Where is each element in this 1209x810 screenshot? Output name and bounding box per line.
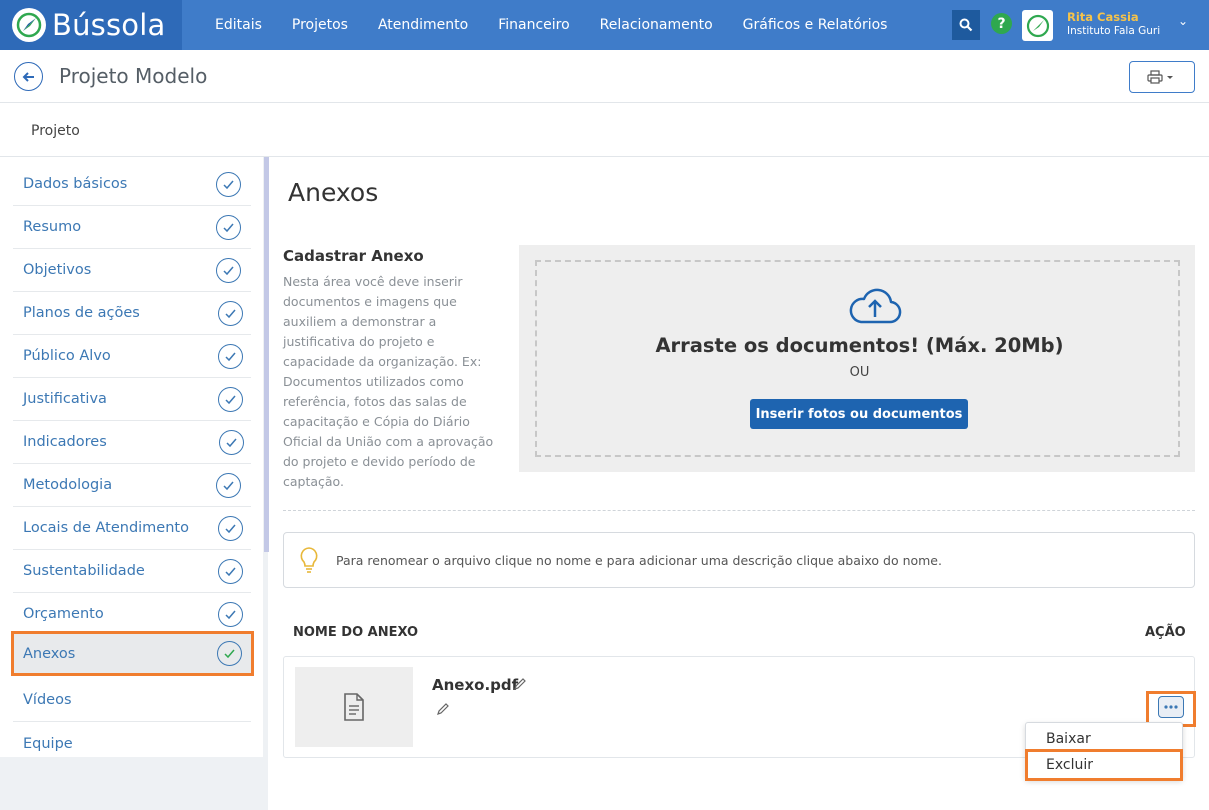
- upload-dropzone[interactable]: Arraste os documentos! (Máx. 20Mb) OU In…: [519, 245, 1195, 472]
- sidebar-item-justificativa[interactable]: Justificativa: [13, 378, 251, 421]
- sidebar-item-indicadores[interactable]: Indicadores: [13, 421, 251, 464]
- search-icon: [959, 18, 973, 32]
- sidebar: Dados básicos Resumo Objetivos Planos de…: [0, 157, 269, 810]
- sidebar-item-orcamento[interactable]: Orçamento: [13, 593, 251, 636]
- check-icon: [216, 258, 241, 283]
- nav-projetos[interactable]: Projetos: [292, 17, 348, 33]
- check-icon: [218, 301, 243, 326]
- top-navbar: Bússola Editais Projetos Atendimento Fin…: [0, 0, 1209, 50]
- help-icon[interactable]: ?: [991, 13, 1012, 34]
- section-title: Anexos: [288, 178, 379, 207]
- sidebar-item-anexos[interactable]: Anexos: [11, 631, 254, 676]
- column-header-acao: AÇÃO: [1145, 625, 1186, 640]
- arrow-left-icon: [22, 71, 34, 82]
- sidebar-item-metodologia[interactable]: Metodologia: [13, 464, 251, 507]
- pencil-icon[interactable]: [436, 702, 450, 716]
- check-icon: [216, 473, 241, 498]
- check-icon: [218, 387, 243, 412]
- app-logo[interactable]: Bússola: [0, 0, 182, 50]
- check-icon: [217, 641, 242, 666]
- cloud-upload-icon: [849, 288, 902, 324]
- nav-editais[interactable]: Editais: [215, 17, 262, 33]
- document-icon: [344, 693, 364, 721]
- column-header-nome: NOME DO ANEXO: [293, 625, 419, 640]
- app-name: Bússola: [52, 8, 166, 42]
- main-nav: Editais Projetos Atendimento Financeiro …: [200, 0, 902, 50]
- check-icon: [218, 559, 243, 584]
- dropzone-title: Arraste os documentos! (Máx. 20Mb): [655, 334, 1064, 357]
- sidebar-item-dados-basicos[interactable]: Dados básicos: [13, 163, 251, 206]
- print-button[interactable]: [1129, 61, 1195, 93]
- lightbulb-icon: [300, 547, 318, 573]
- cadastrar-anexo-description: Nesta área você deve inserir documentos …: [283, 274, 494, 489]
- check-icon: [219, 430, 244, 455]
- sidebar-item-equipe[interactable]: Equipe: [13, 722, 251, 757]
- sidebar-item-publico-alvo[interactable]: Público Alvo: [13, 335, 251, 378]
- nav-graficos-relatorios[interactable]: Gráficos e Relatórios: [743, 17, 888, 33]
- check-icon: [216, 215, 241, 240]
- sidebar-item-locais-de-atendimento[interactable]: Locais de Atendimento: [13, 507, 251, 550]
- file-thumbnail[interactable]: [295, 667, 413, 747]
- nav-atendimento[interactable]: Atendimento: [378, 17, 468, 33]
- sidebar-item-videos[interactable]: Vídeos: [13, 679, 251, 722]
- printer-icon: [1147, 70, 1173, 84]
- sidebar-item-resumo[interactable]: Resumo: [13, 206, 251, 249]
- breadcrumb-item-projeto[interactable]: Projeto: [31, 123, 80, 139]
- check-icon: [216, 172, 241, 197]
- sidebar-scrollbar[interactable]: [264, 157, 269, 552]
- user-org[interactable]: Instituto Fala Guri: [1067, 25, 1160, 37]
- file-name[interactable]: Anexo.pdf: [432, 676, 518, 694]
- dropzone-or: OU: [849, 365, 870, 380]
- check-icon: [218, 344, 243, 369]
- back-button[interactable]: [14, 62, 43, 91]
- sidebar-list: Dados básicos Resumo Objetivos Planos de…: [0, 157, 263, 757]
- search-button[interactable]: [952, 10, 980, 40]
- dropzone-border: Arraste os documentos! (Máx. 20Mb) OU In…: [535, 260, 1180, 457]
- menu-item-baixar[interactable]: Baixar: [1046, 731, 1091, 747]
- compass-icon: [12, 8, 46, 42]
- more-actions-button[interactable]: [1158, 696, 1184, 718]
- ellipsis-icon: [1164, 705, 1178, 709]
- page-title: Projeto Modelo: [59, 64, 208, 88]
- page-header: Projeto Modelo: [0, 50, 1209, 103]
- check-icon: [218, 516, 243, 541]
- chevron-down-icon[interactable]: ⌄: [1178, 14, 1188, 28]
- user-name[interactable]: Rita Cassia: [1067, 10, 1139, 24]
- sidebar-item-planos-de-acoes[interactable]: Planos de ações: [13, 292, 251, 335]
- tip-text: Para renomear o arquivo clique no nome e…: [336, 553, 942, 568]
- insert-files-button[interactable]: Inserir fotos ou documentos: [750, 399, 968, 429]
- nav-financeiro[interactable]: Financeiro: [498, 17, 569, 33]
- menu-item-highlight: [1025, 749, 1183, 781]
- pencil-icon[interactable]: [513, 677, 527, 691]
- tip-box: Para renomear o arquivo clique no nome e…: [283, 532, 1195, 588]
- divider: [283, 510, 1195, 511]
- avatar[interactable]: [1022, 10, 1053, 41]
- nav-relacionamento[interactable]: Relacionamento: [600, 17, 713, 33]
- cadastrar-anexo-title: Cadastrar Anexo: [283, 247, 424, 265]
- sidebar-item-sustentabilidade[interactable]: Sustentabilidade: [13, 550, 251, 593]
- breadcrumb: Projeto: [0, 103, 1209, 157]
- check-icon: [218, 602, 243, 627]
- sidebar-item-objetivos[interactable]: Objetivos: [13, 249, 251, 292]
